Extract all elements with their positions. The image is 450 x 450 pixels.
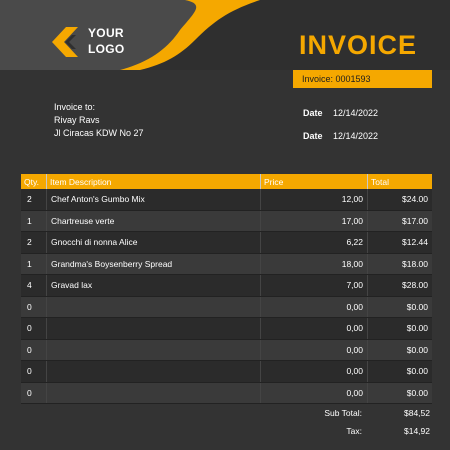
cell-description: [46, 339, 261, 361]
cell-description: [46, 296, 261, 318]
date-label: Date: [303, 131, 323, 141]
company-logo: YOUR LOGO: [52, 24, 142, 64]
subtotal-label: Sub Total:: [324, 408, 362, 418]
cell-qty: 0: [21, 360, 47, 383]
bill-to-address: Jl Ciracas KDW No 27: [54, 128, 144, 138]
cell-qty: 0: [21, 339, 47, 361]
cell-price: 17,00: [260, 210, 368, 232]
cell-description: [46, 360, 261, 383]
cell-description: Gravad lax: [46, 274, 261, 297]
table-row: 2 Chef Anton's Gumbo Mix 12,00 $24.00: [21, 189, 432, 211]
header-description: Item Description: [46, 174, 261, 189]
subtotal-value: $84,52: [404, 408, 430, 418]
date-value: 12/14/2022: [333, 108, 379, 118]
cell-price: 0,00: [260, 360, 368, 383]
cell-total: $24.00: [367, 189, 432, 211]
cell-qty: 0: [21, 317, 47, 340]
items-table: Qty. Item Description Price Total 2 Chef …: [21, 174, 432, 404]
cell-total: $18.00: [367, 253, 432, 275]
table-row: 1 Grandma's Boysenberry Spread 18,00 $18.00: [21, 253, 432, 275]
tax-row: Tax: $14,92: [300, 426, 432, 444]
table-row: 4 Gravad lax 7,00 $28.00: [21, 274, 432, 297]
invoice-title: INVOICE: [299, 30, 418, 60]
header-total: Total: [367, 174, 432, 189]
bill-to-block: Invoice to: Rivay Ravs Jl Ciracas KDW No…: [54, 101, 144, 140]
logo-text: YOUR LOGO: [88, 25, 125, 57]
subtotal-row: Sub Total: $84,52: [300, 408, 432, 426]
cell-total: $0.00: [367, 339, 432, 361]
header-price: Price: [260, 174, 368, 189]
tax-value: $14,92: [404, 426, 430, 436]
table-row: 1 Chartreuse verte 17,00 $17.00: [21, 210, 432, 232]
cell-price: 6,22: [260, 231, 368, 254]
cell-description: Gnocchi di nonna Alice: [46, 231, 261, 254]
table-row: 0 0,00 $0.00: [21, 296, 432, 318]
cell-total: $0.00: [367, 317, 432, 340]
logo-line-1: YOUR: [88, 26, 124, 40]
table-row: 2 Gnocchi di nonna Alice 6,22 $12.44: [21, 231, 432, 254]
cell-total: $12.44: [367, 231, 432, 254]
table-row: 0 0,00 $0.00: [21, 339, 432, 361]
cell-qty: 2: [21, 231, 47, 254]
cell-price: 7,00: [260, 274, 368, 297]
cell-description: Chef Anton's Gumbo Mix: [46, 189, 261, 211]
cell-qty: 0: [21, 296, 47, 318]
cell-qty: 4: [21, 274, 47, 297]
cell-qty: 0: [21, 382, 47, 404]
table-header-row: Qty. Item Description Price Total: [21, 174, 432, 189]
cell-price: 18,00: [260, 253, 368, 275]
cell-price: 0,00: [260, 317, 368, 340]
cell-total: $0.00: [367, 296, 432, 318]
date-label: Date: [303, 108, 323, 118]
totals-block: Sub Total: $84,52 Tax: $14,92: [300, 408, 432, 444]
cell-description: Grandma's Boysenberry Spread: [46, 253, 261, 275]
table-row: 0 0,00 $0.00: [21, 360, 432, 383]
table-row: 0 0,00 $0.00: [21, 382, 432, 404]
cell-description: [46, 317, 261, 340]
date-value: 12/14/2022: [333, 131, 379, 141]
chevron-left-icon: [52, 27, 78, 57]
cell-qty: 1: [21, 253, 47, 275]
logo-line-2: LOGO: [88, 42, 125, 56]
tax-label: Tax:: [346, 426, 362, 436]
cell-total: $17.00: [367, 210, 432, 232]
cell-price: 0,00: [260, 296, 368, 318]
table-row: 0 0,00 $0.00: [21, 317, 432, 340]
cell-description: [46, 382, 261, 404]
cell-price: 0,00: [260, 339, 368, 361]
cell-price: 12,00: [260, 189, 368, 211]
cell-price: 0,00: [260, 382, 368, 404]
cell-qty: 1: [21, 210, 47, 232]
cell-total: $0.00: [367, 382, 432, 404]
cell-total: $0.00: [367, 360, 432, 383]
invoice-page: YOUR LOGO INVOICE Invoice: 0001593 Invoi…: [0, 0, 450, 450]
cell-total: $28.00: [367, 274, 432, 297]
invoice-number-badge: Invoice: 0001593: [293, 70, 432, 88]
header-qty: Qty.: [21, 174, 47, 189]
bill-to-name: Rivay Ravs: [54, 115, 100, 125]
cell-description: Chartreuse verte: [46, 210, 261, 232]
bill-to-label: Invoice to:: [54, 102, 96, 112]
cell-qty: 2: [21, 189, 47, 211]
